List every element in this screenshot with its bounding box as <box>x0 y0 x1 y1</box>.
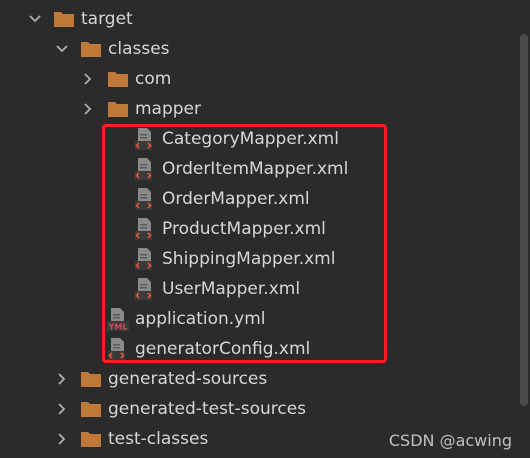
folder-icon <box>80 370 102 388</box>
tree-item-label: com <box>135 69 172 89</box>
tree-item-label: generated-test-sources <box>108 399 307 419</box>
chevron-down-icon[interactable] <box>54 41 70 57</box>
chevron-right-icon[interactable] <box>54 371 70 387</box>
folder-icon <box>80 400 102 418</box>
tree-row-classes[interactable]: classes <box>0 34 514 64</box>
folder-icon <box>107 70 129 88</box>
tree-row-target[interactable]: target <box>0 4 514 34</box>
project-tree: target classes com mapper CategoryMapper… <box>0 0 530 458</box>
tree-row-com[interactable]: com <box>0 64 514 94</box>
chevron-down-icon[interactable] <box>27 11 43 27</box>
chevron-right-icon[interactable] <box>54 401 70 417</box>
tree-item-label: target <box>81 9 133 29</box>
chevron-right-icon[interactable] <box>80 71 96 87</box>
tree-item-label: test-classes <box>108 429 209 449</box>
tree-row-generated-sources[interactable]: generated-sources <box>0 364 514 394</box>
folder-icon <box>80 430 102 448</box>
folder-icon <box>53 10 75 28</box>
tree-item-label: classes <box>108 39 170 59</box>
watermark: CSDN @acwing <box>388 431 512 450</box>
tree-row-mapper[interactable]: mapper <box>0 94 514 124</box>
highlight-box <box>102 124 387 363</box>
folder-icon <box>80 40 102 58</box>
tree-item-label: generated-sources <box>108 369 268 389</box>
tree-row-generated-test-sources[interactable]: generated-test-sources <box>0 394 514 424</box>
tree-item-label: mapper <box>135 99 202 119</box>
vertical-scrollbar[interactable] <box>520 34 528 406</box>
chevron-right-icon[interactable] <box>54 431 70 447</box>
chevron-right-icon[interactable] <box>80 101 96 117</box>
folder-icon <box>107 100 129 118</box>
